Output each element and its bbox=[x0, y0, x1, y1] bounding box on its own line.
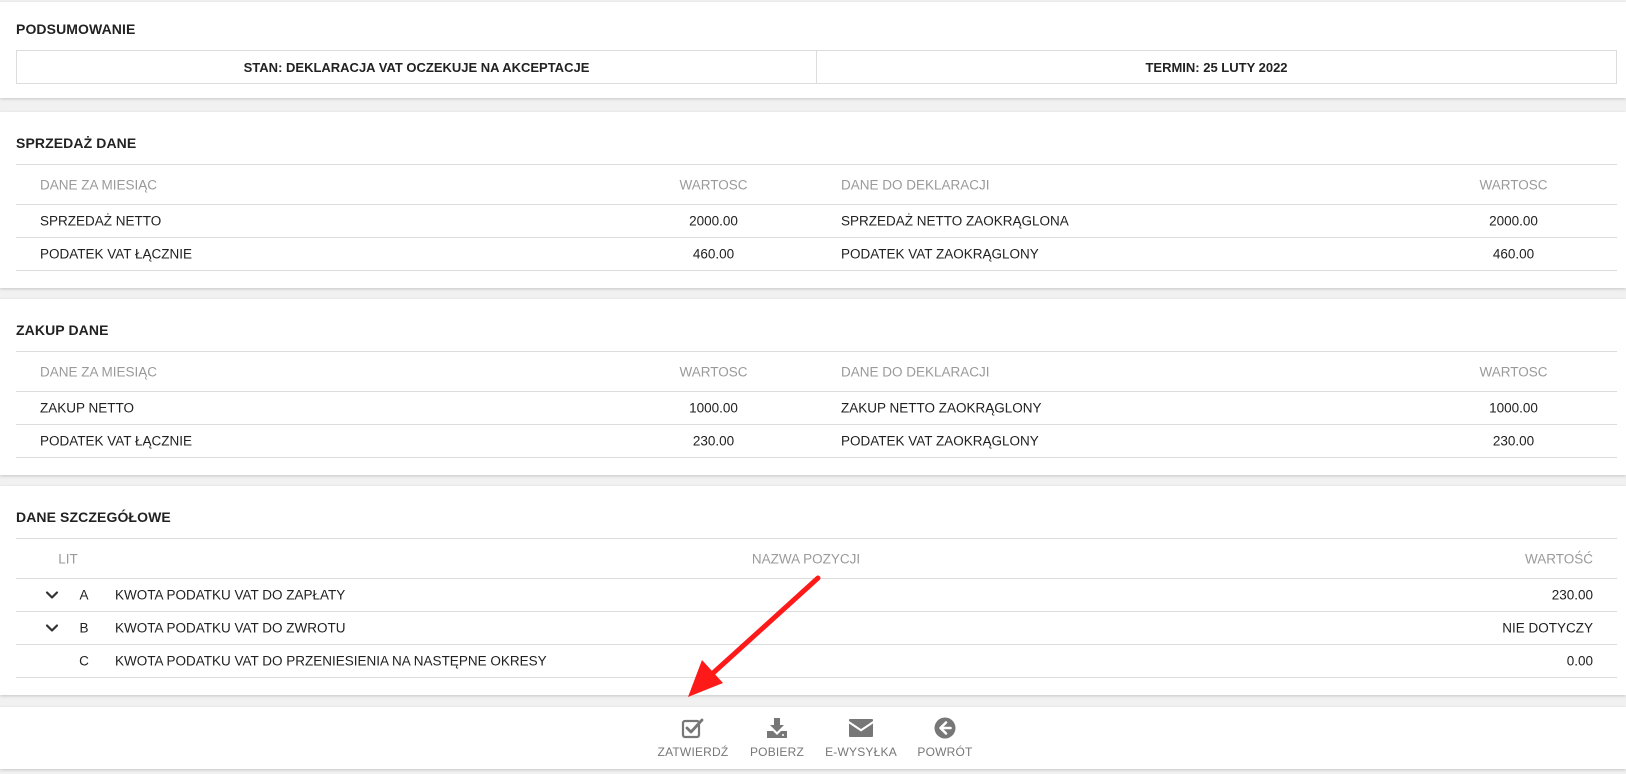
table-row: PODATEK VAT ŁĄCZNIE 230.00 PODATEK VAT Z… bbox=[16, 425, 1617, 458]
table-cell: ZAKUP NETTO ZAOKRĄGLONY bbox=[841, 400, 1042, 416]
sales-table: DANE ZA MIESIĄC WARTOSC DANE DO DEKLARAC… bbox=[16, 164, 1617, 271]
table-cell: 230.00 bbox=[692, 433, 735, 449]
summary-table: STAN: DEKLARACJA VAT OCZEKUJE NA AKCEPTA… bbox=[16, 50, 1617, 84]
column-header: DANE DO DEKLARACJI bbox=[841, 364, 990, 379]
sales-title: SPRZEDAŻ DANE bbox=[16, 135, 137, 151]
row-name: KWOTA PODATKU VAT DO PRZENIESIENIA NA NA… bbox=[115, 653, 547, 669]
table-header-row: LIT NAZWA POZYCJI WARTOŚĆ bbox=[16, 539, 1617, 579]
row-letter: C bbox=[79, 653, 89, 669]
summary-card: PODSUMOWANIE STAN: DEKLARACJA VAT OCZEKU… bbox=[0, 2, 1626, 98]
table-cell: PODATEK VAT ŁĄCZNIE bbox=[40, 246, 193, 262]
table-cell: 460.00 bbox=[692, 246, 735, 262]
row-name: KWOTA PODATKU VAT DO ZWROTU bbox=[115, 620, 346, 636]
table-cell: SPRZEDAŻ NETTO ZAOKRĄGLONA bbox=[841, 213, 1069, 229]
table-cell: 460.00 bbox=[1492, 246, 1535, 262]
details-title: DANE SZCZEGÓŁOWE bbox=[16, 509, 171, 525]
table-cell: 2000.00 bbox=[689, 213, 738, 229]
row-value: 230.00 bbox=[1551, 587, 1593, 603]
column-header: WARTOSC bbox=[1479, 177, 1548, 192]
table-cell: PODATEK VAT ŁĄCZNIE bbox=[40, 433, 193, 449]
sales-card: SPRZEDAŻ DANE DANE ZA MIESIĄC WARTOSC DA… bbox=[0, 112, 1626, 288]
approve-button[interactable]: ZATWIERDŹ bbox=[655, 715, 731, 763]
table-row: SPRZEDAŻ NETTO 2000.00 SPRZEDAŻ NETTO ZA… bbox=[16, 205, 1617, 238]
chevron-down-icon[interactable] bbox=[42, 585, 62, 605]
back-button[interactable]: POWRÓT bbox=[907, 715, 983, 763]
table-cell: PODATEK VAT ZAOKRĄGLONY bbox=[841, 433, 1039, 449]
column-header: LIT bbox=[58, 551, 78, 566]
e-send-label: E-WYSYŁKA bbox=[825, 745, 897, 759]
e-send-button[interactable]: E-WYSYŁKA bbox=[823, 715, 899, 763]
row-letter: B bbox=[79, 620, 89, 636]
arrow-circle-left-icon bbox=[907, 715, 983, 741]
approve-label: ZATWIERDŹ bbox=[657, 745, 729, 759]
table-row: A KWOTA PODATKU VAT DO ZAPŁATY 230.00 bbox=[16, 579, 1617, 612]
download-label: POBIERZ bbox=[749, 745, 805, 759]
table-cell: 1000.00 bbox=[1489, 400, 1538, 416]
purchase-table: DANE ZA MIESIĄC WARTOSC DANE DO DEKLARAC… bbox=[16, 351, 1617, 458]
table-cell: 2000.00 bbox=[1489, 213, 1538, 229]
column-header: WARTOSC bbox=[679, 177, 748, 192]
back-label: POWRÓT bbox=[917, 745, 973, 759]
deadline-cell: TERMIN: 25 LUTY 2022 bbox=[816, 51, 1616, 83]
table-cell: 1000.00 bbox=[689, 400, 738, 416]
details-table: LIT NAZWA POZYCJI WARTOŚĆ A KWOTA PODATK… bbox=[16, 538, 1617, 678]
column-header: WARTOSC bbox=[1479, 364, 1548, 379]
row-value: 0.00 bbox=[1566, 653, 1593, 669]
chevron-down-icon[interactable] bbox=[42, 618, 62, 638]
column-header: DANE DO DEKLARACJI bbox=[841, 177, 990, 192]
check-square-icon bbox=[655, 715, 731, 741]
details-card: DANE SZCZEGÓŁOWE LIT NAZWA POZYCJI WARTO… bbox=[0, 486, 1626, 695]
purchase-card: ZAKUP DANE DANE ZA MIESIĄC WARTOSC DANE … bbox=[0, 299, 1626, 475]
table-row: ZAKUP NETTO 1000.00 ZAKUP NETTO ZAOKRĄGL… bbox=[16, 392, 1617, 425]
table-row: B KWOTA PODATKU VAT DO ZWROTU NIE DOTYCZ… bbox=[16, 612, 1617, 645]
envelope-icon bbox=[823, 715, 899, 741]
summary-title: PODSUMOWANIE bbox=[16, 21, 136, 37]
table-cell: 230.00 bbox=[1492, 433, 1535, 449]
table-cell: ZAKUP NETTO bbox=[40, 400, 135, 416]
column-header: NAZWA POZYCJI bbox=[751, 551, 861, 566]
table-header-row: DANE ZA MIESIĄC WARTOSC DANE DO DEKLARAC… bbox=[16, 165, 1617, 205]
table-cell: PODATEK VAT ZAOKRĄGLONY bbox=[841, 246, 1039, 262]
column-header: WARTOŚĆ bbox=[1524, 551, 1593, 566]
column-header: DANE ZA MIESIĄC bbox=[40, 364, 158, 379]
table-row: PODATEK VAT ŁĄCZNIE 460.00 PODATEK VAT Z… bbox=[16, 238, 1617, 271]
download-button[interactable]: POBIERZ bbox=[739, 715, 815, 763]
row-value: NIE DOTYCZY bbox=[1502, 620, 1593, 636]
row-letter: A bbox=[79, 587, 89, 603]
action-toolbar: ZATWIERDŹ POBIERZ E-WYSYŁKA POWRÓT bbox=[0, 707, 1626, 769]
table-header-row: DANE ZA MIESIĄC WARTOSC DANE DO DEKLARAC… bbox=[16, 352, 1617, 392]
column-header: DANE ZA MIESIĄC bbox=[40, 177, 158, 192]
table-cell: SPRZEDAŻ NETTO bbox=[40, 213, 162, 229]
status-cell: STAN: DEKLARACJA VAT OCZEKUJE NA AKCEPTA… bbox=[243, 59, 590, 75]
purchase-title: ZAKUP DANE bbox=[16, 322, 109, 338]
column-header: WARTOSC bbox=[679, 364, 748, 379]
table-row: C KWOTA PODATKU VAT DO PRZENIESIENIA NA … bbox=[16, 645, 1617, 678]
download-icon bbox=[739, 715, 815, 741]
row-name: KWOTA PODATKU VAT DO ZAPŁATY bbox=[115, 587, 346, 603]
